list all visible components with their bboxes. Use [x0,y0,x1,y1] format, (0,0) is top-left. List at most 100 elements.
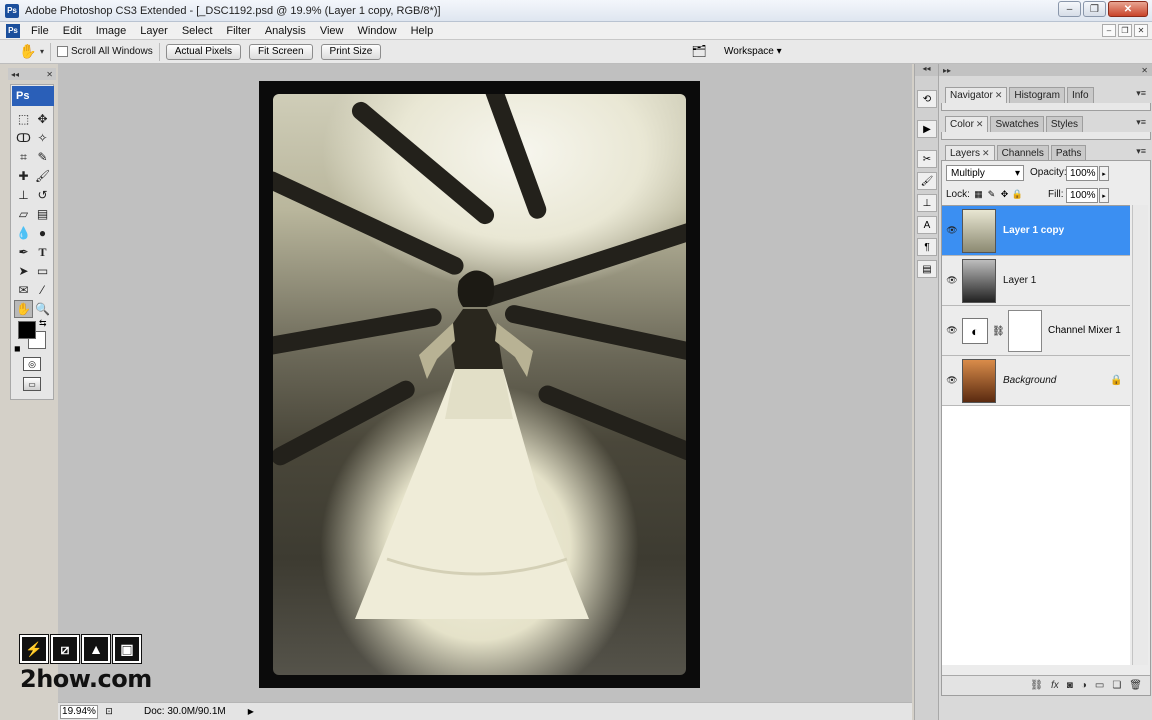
lock-transparent-icon[interactable]: ▦ [974,189,983,199]
new-layer-icon[interactable]: ❏ [1112,680,1121,691]
lasso-tool-icon[interactable]: ↀ [14,129,33,147]
menu-file[interactable]: File [24,25,56,37]
menu-filter[interactable]: Filter [219,25,257,37]
status-arrow-icon[interactable]: ▶ [248,707,254,716]
layer-row[interactable]: 👁 Background 🔒 [942,356,1130,406]
ps-menu-icon[interactable]: Ps [6,23,20,38]
history-panel-icon[interactable]: ⟲ [917,90,937,108]
character-panel-icon[interactable]: A [917,216,937,234]
menu-analysis[interactable]: Analysis [258,25,313,37]
blend-mode-select[interactable]: Multiply ▾ [946,165,1024,181]
bridge-icon[interactable]: 🗂 [690,43,708,59]
fill-field[interactable]: 100% [1066,188,1098,203]
fill-slider-arrow-icon[interactable]: ▸ [1099,188,1109,203]
scroll-all-windows-checkbox[interactable] [57,46,69,57]
menu-layer[interactable]: Layer [133,25,175,37]
blur-tool-icon[interactable]: 💧 [14,224,33,242]
dodge-tool-icon[interactable]: ● [33,224,52,242]
visibility-eye-icon[interactable]: 👁 [944,372,960,388]
panel-menu-icon[interactable]: ▾≡ [1136,146,1146,157]
workspace-menu[interactable]: Workspace ▾ [724,46,782,57]
maximize-button[interactable]: ❐ [1083,1,1106,17]
tab-color[interactable]: Color ✕ [945,116,989,132]
tab-styles[interactable]: Styles [1045,116,1084,132]
layer-mask-thumbnail[interactable] [1008,310,1042,352]
panel-menu-icon[interactable]: ▾≡ [1136,88,1146,99]
doc-restore-button[interactable]: ❐ [1118,24,1132,37]
menu-edit[interactable]: Edit [56,25,89,37]
new-group-icon[interactable]: ▭ [1095,680,1104,691]
layer-comps-icon[interactable]: ▤ [917,260,937,278]
tab-layers[interactable]: Layers ✕ [945,145,995,161]
tab-paths[interactable]: Paths [1050,145,1087,161]
panel-menu-icon[interactable]: ▾≡ [1136,117,1146,128]
lock-image-icon[interactable]: ✎ [987,189,996,199]
layer-name[interactable]: Background [1003,375,1056,386]
doc-close-button[interactable]: ✕ [1134,24,1148,37]
visibility-eye-icon[interactable]: 👁 [944,322,960,338]
marquee-tool-icon[interactable]: ⬚ [14,110,33,128]
zoom-field[interactable]: 19.94% [60,704,98,719]
tab-info[interactable]: Info [1066,87,1094,103]
hand-tool-preset-icon[interactable]: ✋ [18,43,38,61]
gradient-tool-icon[interactable]: ▤ [33,205,52,223]
add-mask-icon[interactable]: ◙ [1067,680,1073,691]
pen-tool-icon[interactable]: ✒ [14,243,33,261]
panels-header[interactable]: ▸▸ ✕ [939,64,1152,76]
layer-row[interactable]: 👁 Layer 1 copy [942,206,1130,256]
adjustment-layer-icon[interactable]: ◑ [1081,680,1087,691]
foreground-color-swatch[interactable] [18,321,36,339]
crop-tool-icon[interactable]: ⌗ [14,148,33,166]
delete-layer-icon[interactable]: 🗑 [1129,680,1142,691]
tab-channels[interactable]: Channels [996,145,1049,161]
link-layers-icon[interactable]: ⛓ [1030,680,1043,691]
clone-source-icon[interactable]: ⊥ [917,194,937,212]
layers-scrollbar[interactable] [1132,205,1148,665]
document-canvas-area[interactable] [58,64,912,702]
tab-navigator[interactable]: Navigator ✕ [945,87,1008,103]
dock-strip-header[interactable]: ◂◂ [915,64,938,76]
close-button[interactable]: ✕ [1108,1,1148,17]
layer-name[interactable]: Layer 1 copy [1003,225,1064,236]
tab-histogram[interactable]: Histogram [1009,87,1065,103]
tool-presets-icon[interactable]: ✂ [917,150,937,168]
tools-panel-header[interactable]: ◂◂ ✕ [8,68,56,80]
brush-tool-icon[interactable]: 🖌 [33,167,52,185]
eraser-tool-icon[interactable]: ▱ [14,205,33,223]
magic-wand-tool-icon[interactable]: ✧ [33,129,52,147]
actions-panel-icon[interactable]: ▶ [917,120,937,138]
menu-view[interactable]: View [313,25,351,37]
tab-swatches[interactable]: Swatches [990,116,1044,132]
opacity-slider-arrow-icon[interactable]: ▸ [1099,166,1109,181]
layer-row[interactable]: 👁 ◐ ⛓ Channel Mixer 1 [942,306,1130,356]
brushes-panel-icon[interactable]: 🖌 [917,172,937,190]
menu-image[interactable]: Image [89,25,134,37]
layer-name[interactable]: Channel Mixer 1 [1048,325,1121,336]
actual-pixels-button[interactable]: Actual Pixels [165,43,241,60]
healing-brush-tool-icon[interactable]: ✚ [14,167,33,185]
fit-screen-button[interactable]: Fit Screen [248,43,313,60]
shape-tool-icon[interactable]: ▭ [33,262,52,280]
lock-all-icon[interactable]: 🔒 [1012,189,1023,199]
swap-colors-icon[interactable]: ⇆ [39,318,47,329]
move-tool-icon[interactable]: ✥ [33,110,52,128]
notes-tool-icon[interactable]: ✉ [14,281,33,299]
visibility-eye-icon[interactable]: 👁 [944,272,960,288]
layer-row[interactable]: 👁 Layer 1 [942,256,1130,306]
quick-mask-icon[interactable]: ◎ [23,357,41,371]
menu-select[interactable]: Select [175,25,220,37]
zoom-tool-icon[interactable]: 🔍 [33,300,52,318]
print-size-button[interactable]: Print Size [320,43,382,60]
preset-dropdown-arrow-icon[interactable]: ▾ [40,47,44,56]
menu-window[interactable]: Window [350,25,403,37]
opacity-field[interactable]: 100% [1066,166,1098,181]
layer-style-icon[interactable]: fx [1051,680,1059,691]
path-selection-tool-icon[interactable]: ➤ [14,262,33,280]
paragraph-panel-icon[interactable]: ¶ [917,238,937,256]
layer-name[interactable]: Layer 1 [1003,275,1036,286]
default-colors-icon[interactable]: ◼ [14,344,21,353]
history-brush-tool-icon[interactable]: ↺ [33,186,52,204]
clone-stamp-tool-icon[interactable]: ⊥ [14,186,33,204]
minimize-button[interactable]: – [1058,1,1081,17]
eyedropper-sample-tool-icon[interactable]: ⁄ [33,281,52,299]
